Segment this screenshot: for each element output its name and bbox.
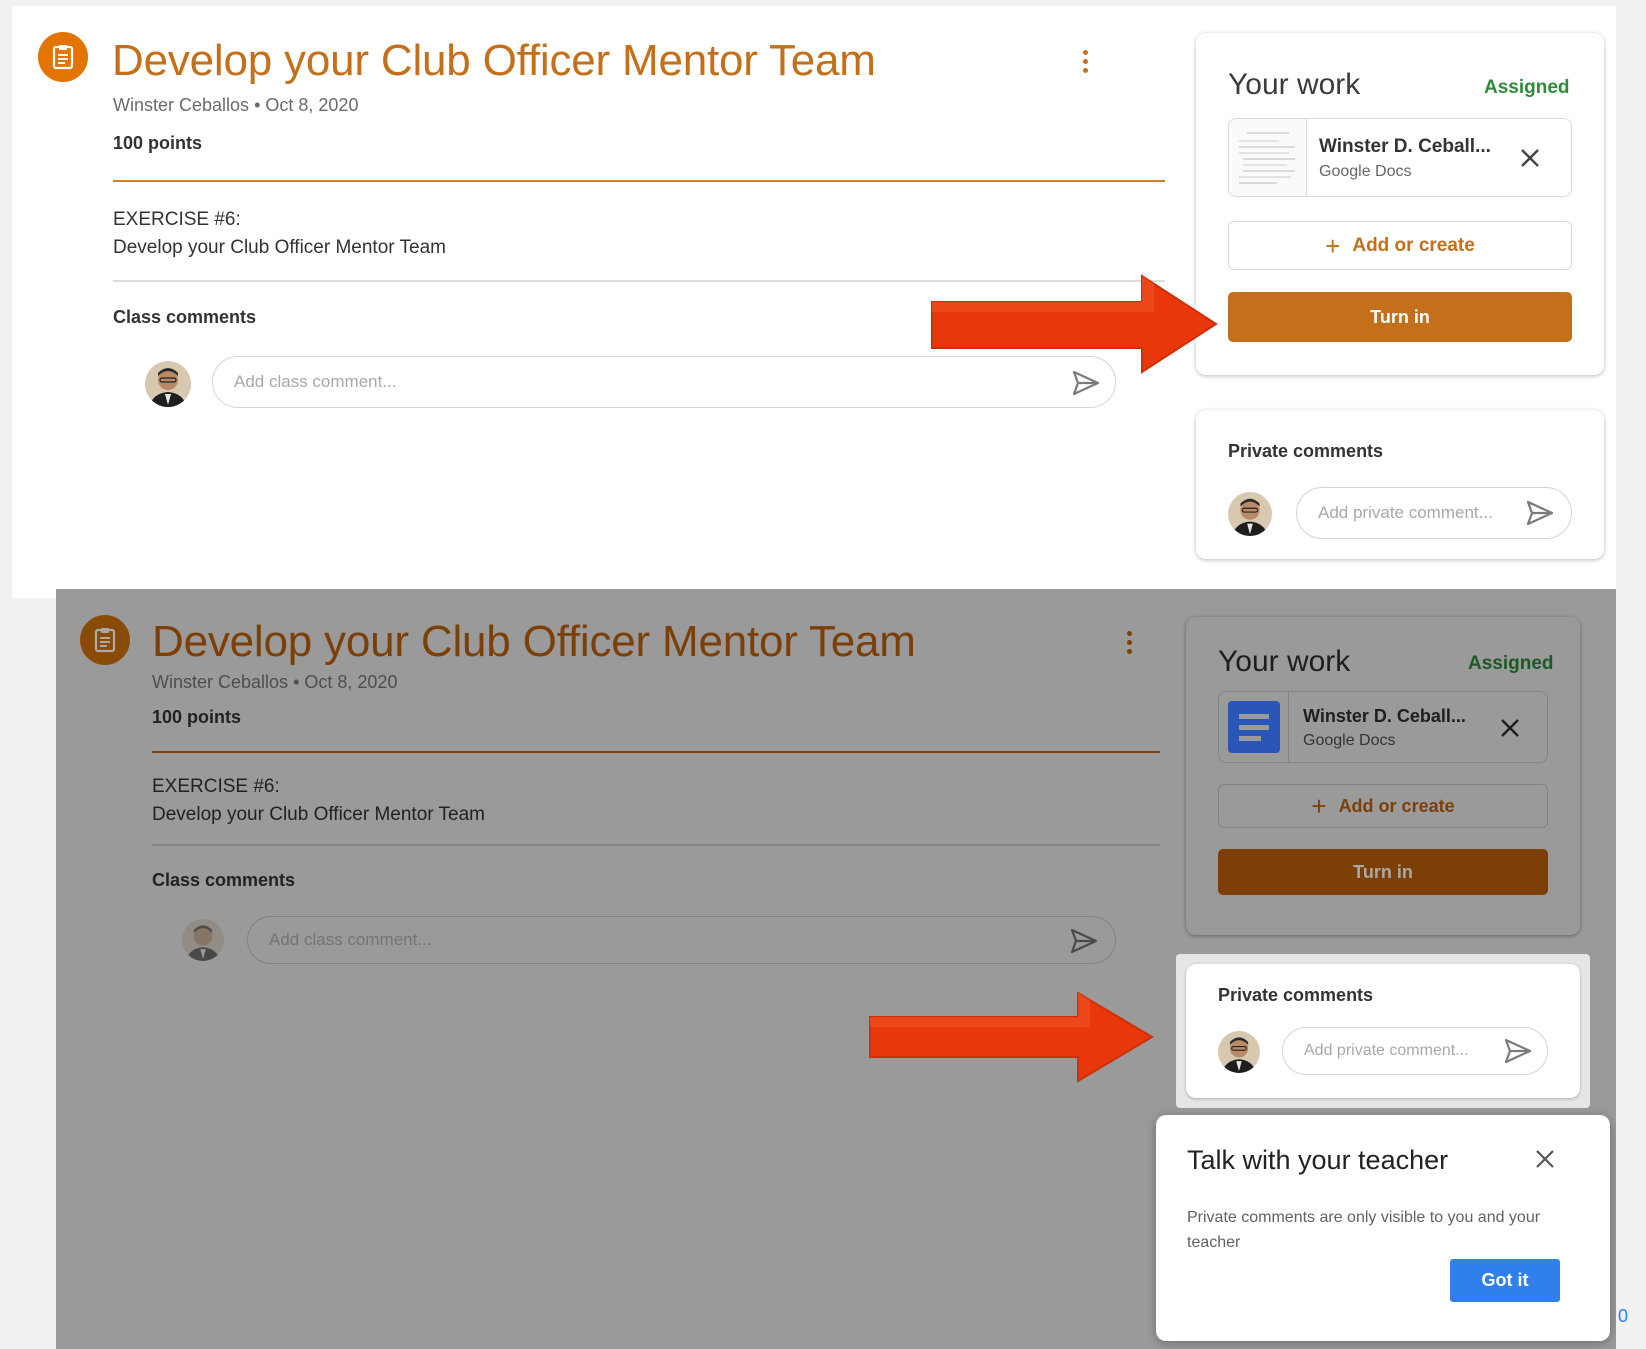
private-comments-label: Private comments [1218, 985, 1374, 1005]
post-date: Oct 8, 2020 [265, 95, 359, 115]
class-comment-placeholder: Add class comment... [234, 372, 397, 391]
status-badge: Assigned [1484, 77, 1570, 98]
turn-in-label: Turn in [1370, 306, 1430, 327]
avatar [1228, 492, 1272, 536]
description-line-1: EXERCISE #6: [152, 776, 280, 797]
attachment-type: Google Docs [1319, 163, 1412, 180]
send-icon[interactable] [1070, 928, 1098, 959]
close-icon[interactable] [1519, 147, 1541, 174]
assignment-meta: Winster Ceballos • Oct 8, 2020 [113, 95, 358, 116]
plus-icon: + [1311, 791, 1327, 821]
private-comments-card: Private comments Add private comment... [1186, 964, 1580, 1098]
assignment-icon [80, 615, 130, 665]
post-date: Oct 8, 2020 [304, 672, 398, 692]
close-icon[interactable] [1499, 717, 1521, 744]
attachment-name: Winster D. Ceball... [1303, 706, 1466, 726]
avatar [182, 919, 224, 961]
avatar [145, 361, 191, 407]
assignment-view-normal: Develop your Club Officer Mentor Team Wi… [12, 6, 1616, 598]
attachment-card[interactable]: Winster D. Ceball... Google Docs [1228, 118, 1572, 197]
your-work-card: Your work Assigned Winster D. Ceball... … [1196, 33, 1604, 375]
attachment-type: Google Docs [1303, 732, 1396, 749]
turn-in-label: Turn in [1353, 861, 1413, 882]
your-work-card: Your work Assigned Winster D. Ceball... … [1186, 617, 1580, 935]
description-line-2: Develop your Club Officer Mentor Team [152, 804, 486, 825]
points-label: 100 points [113, 133, 203, 153]
add-or-create-button[interactable]: + Add or create [1218, 784, 1548, 828]
send-icon[interactable] [1526, 500, 1554, 531]
attachment-name: Winster D. Ceball... [1319, 136, 1491, 157]
title-divider [113, 180, 1165, 182]
document-thumbnail [1229, 119, 1307, 196]
turn-in-button[interactable]: Turn in [1228, 292, 1572, 342]
google-docs-icon [1219, 692, 1289, 762]
assignment-description: EXERCISE #6: Develop your Club Officer M… [113, 206, 446, 262]
description-divider [152, 844, 1160, 846]
your-work-title: Your work [1218, 645, 1351, 678]
page-edge-text: 0 [1618, 1306, 1629, 1326]
private-comments-card: Private comments Add private comment... [1196, 410, 1604, 559]
got-it-button[interactable]: Got it [1450, 1259, 1560, 1302]
turn-in-button[interactable]: Turn in [1218, 849, 1548, 895]
tooltip-body: Private comments are only visible to you… [1187, 1209, 1541, 1251]
private-comments-label: Private comments [1228, 441, 1384, 461]
avatar [1218, 1031, 1260, 1073]
class-comment-input[interactable]: Add class comment... [247, 916, 1116, 964]
class-comments-label: Class comments [152, 870, 296, 890]
add-or-create-label: Add or create [1352, 234, 1475, 256]
meta-separator: • [293, 672, 300, 692]
your-work-title: Your work [1228, 68, 1361, 101]
private-comment-placeholder: Add private comment... [1318, 503, 1493, 522]
attachment-card[interactable]: Winster D. Ceball... Google Docs [1218, 691, 1548, 763]
got-it-label: Got it [1481, 1270, 1529, 1290]
more-vert-icon[interactable] [1124, 631, 1134, 658]
assignment-description: EXERCISE #6: Develop your Club Officer M… [152, 773, 485, 829]
add-or-create-label: Add or create [1338, 795, 1455, 816]
author-name: Winster Ceballos [152, 672, 289, 692]
talk-with-teacher-tooltip: Talk with your teacher Private comments … [1156, 1115, 1610, 1341]
description-line-1: EXERCISE #6: [113, 209, 241, 230]
tooltip-title: Talk with your teacher [1187, 1145, 1449, 1175]
more-vert-icon[interactable] [1080, 50, 1090, 77]
add-or-create-button[interactable]: + Add or create [1228, 221, 1572, 270]
author-name: Winster Ceballos [113, 95, 250, 115]
plus-icon: + [1325, 230, 1341, 261]
class-comments-label: Class comments [113, 307, 257, 327]
private-comment-placeholder: Add private comment... [1304, 1042, 1469, 1059]
meta-separator: • [254, 95, 261, 115]
assignment-title: Develop your Club Officer Mentor Team [112, 36, 876, 85]
class-comment-placeholder: Add class comment... [269, 930, 432, 949]
title-divider [152, 751, 1160, 753]
assignment-icon [38, 32, 88, 82]
assignment-view-tooltip: Develop your Club Officer Mentor Team Wi… [56, 589, 1616, 1349]
send-icon[interactable] [1504, 1038, 1532, 1069]
points-label: 100 points [152, 707, 242, 727]
assignment-title: Develop your Club Officer Mentor Team [152, 617, 916, 666]
description-line-2: Develop your Club Officer Mentor Team [113, 237, 447, 258]
assignment-meta: Winster Ceballos • Oct 8, 2020 [152, 672, 397, 693]
arrow-icon [864, 989, 1156, 1090]
close-icon[interactable] [1534, 1148, 1556, 1175]
status-badge: Assigned [1468, 653, 1554, 674]
arrow-icon [922, 272, 1220, 381]
